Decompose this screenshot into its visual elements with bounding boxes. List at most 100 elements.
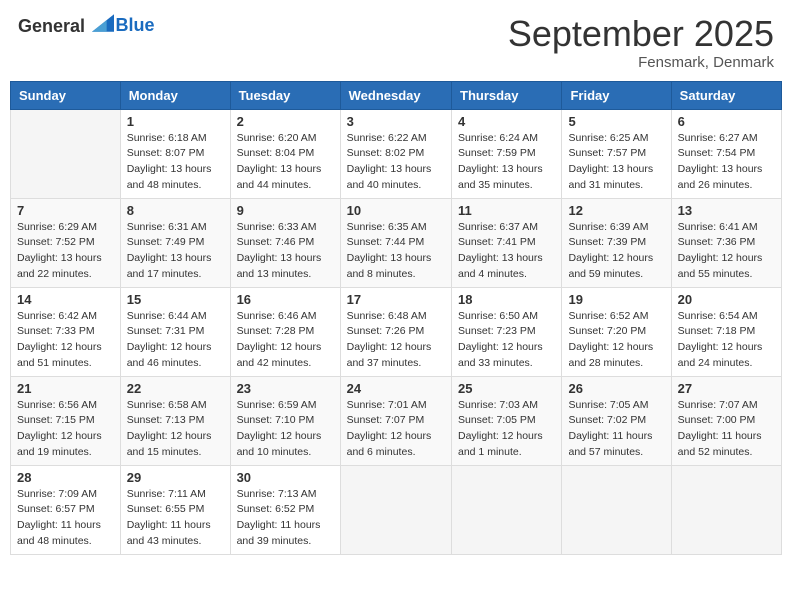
day-info: Sunrise: 7:03 AM Sunset: 7:05 PM Dayligh… [458,398,555,461]
calendar-cell: 20Sunrise: 6:54 AM Sunset: 7:18 PM Dayli… [671,287,781,376]
column-header-thursday: Thursday [452,81,562,109]
day-number: 13 [678,203,775,218]
day-number: 8 [127,203,224,218]
day-info: Sunrise: 6:24 AM Sunset: 7:59 PM Dayligh… [458,131,555,194]
column-header-friday: Friday [562,81,671,109]
day-number: 25 [458,381,555,396]
calendar-cell: 16Sunrise: 6:46 AM Sunset: 7:28 PM Dayli… [230,287,340,376]
day-number: 11 [458,203,555,218]
day-info: Sunrise: 6:58 AM Sunset: 7:13 PM Dayligh… [127,398,224,461]
day-info: Sunrise: 6:42 AM Sunset: 7:33 PM Dayligh… [17,309,114,372]
day-number: 14 [17,292,114,307]
column-header-wednesday: Wednesday [340,81,451,109]
day-info: Sunrise: 6:18 AM Sunset: 8:07 PM Dayligh… [127,131,224,194]
calendar-cell: 24 Sunrise: 7:01 AM Sunset: 7:07 PM Dayli… [340,376,451,465]
calendar-cell: 5 Sunrise: 6:25 AM Sunset: 7:57 PM Daylig… [562,109,671,198]
calendar-cell [562,465,671,554]
calendar-cell: 27 Sunrise: 7:07 AM Sunset: 7:00 PM Dayli… [671,376,781,465]
day-info: Sunrise: 7:07 AM Sunset: 7:00 PM Dayligh… [678,398,775,461]
calendar-cell: 3 Sunrise: 6:22 AM Sunset: 8:02 PM Daylig… [340,109,451,198]
week-row-2: 7 Sunrise: 6:29 AM Sunset: 7:52 PM Daylig… [11,198,782,287]
calendar-cell: 26Sunrise: 7:05 AM Sunset: 7:02 PM Dayli… [562,376,671,465]
day-info: Sunrise: 6:37 AM Sunset: 7:41 PM Dayligh… [458,220,555,283]
calendar-cell [671,465,781,554]
day-info: Sunrise: 6:25 AM Sunset: 7:57 PM Dayligh… [568,131,664,194]
day-info: Sunrise: 6:50 AM Sunset: 7:23 PM Dayligh… [458,309,555,372]
calendar-cell: 7 Sunrise: 6:29 AM Sunset: 7:52 PM Daylig… [11,198,121,287]
day-number: 23 [237,381,334,396]
day-number: 16 [237,292,334,307]
day-info: Sunrise: 6:20 AM Sunset: 8:04 PM Dayligh… [237,131,334,194]
calendar-cell: 15Sunrise: 6:44 AM Sunset: 7:31 PM Dayli… [120,287,230,376]
calendar-cell: 18 Sunrise: 6:50 AM Sunset: 7:23 PM Dayli… [452,287,562,376]
month-title: September 2025 [508,14,774,54]
calendar-cell: 14 Sunrise: 6:42 AM Sunset: 7:33 PM Dayli… [11,287,121,376]
day-number: 15 [127,292,224,307]
title-section: September 2025 Fensmark, Denmark [508,14,774,71]
logo-blue: Blue [116,15,155,35]
page-header: General Blue September 2025 Fensmark, De… [10,10,782,75]
calendar-cell: 4 Sunrise: 6:24 AM Sunset: 7:59 PM Daylig… [452,109,562,198]
day-number: 9 [237,203,334,218]
calendar-cell: 13 Sunrise: 6:41 AM Sunset: 7:36 PM Dayli… [671,198,781,287]
logo-general: General [18,16,85,36]
calendar-header-row: SundayMondayTuesdayWednesdayThursdayFrid… [11,81,782,109]
day-number: 17 [347,292,445,307]
day-number: 21 [17,381,114,396]
day-number: 3 [347,114,445,129]
calendar-cell: 30Sunrise: 7:13 AM Sunset: 6:52 PM Dayli… [230,465,340,554]
day-info: Sunrise: 6:35 AM Sunset: 7:44 PM Dayligh… [347,220,445,283]
calendar-cell: 17 Sunrise: 6:48 AM Sunset: 7:26 PM Dayli… [340,287,451,376]
calendar-cell: 11 Sunrise: 6:37 AM Sunset: 7:41 PM Dayli… [452,198,562,287]
day-info: Sunrise: 6:22 AM Sunset: 8:02 PM Dayligh… [347,131,445,194]
calendar-cell: 6Sunrise: 6:27 AM Sunset: 7:54 PM Daylig… [671,109,781,198]
week-row-5: 28 Sunrise: 7:09 AM Sunset: 6:57 PM Dayli… [11,465,782,554]
day-info: Sunrise: 6:39 AM Sunset: 7:39 PM Dayligh… [568,220,664,283]
day-number: 22 [127,381,224,396]
calendar-cell: 10 Sunrise: 6:35 AM Sunset: 7:44 PM Dayli… [340,198,451,287]
week-row-1: 1Sunrise: 6:18 AM Sunset: 8:07 PM Daylig… [11,109,782,198]
day-info: Sunrise: 7:01 AM Sunset: 7:07 PM Dayligh… [347,398,445,461]
day-number: 27 [678,381,775,396]
calendar-cell: 1Sunrise: 6:18 AM Sunset: 8:07 PM Daylig… [120,109,230,198]
day-info: Sunrise: 6:31 AM Sunset: 7:49 PM Dayligh… [127,220,224,283]
day-info: Sunrise: 7:05 AM Sunset: 7:02 PM Dayligh… [568,398,664,461]
column-header-saturday: Saturday [671,81,781,109]
calendar-cell: 9Sunrise: 6:33 AM Sunset: 7:46 PM Daylig… [230,198,340,287]
calendar-table: SundayMondayTuesdayWednesdayThursdayFrid… [10,81,782,555]
day-info: Sunrise: 6:56 AM Sunset: 7:15 PM Dayligh… [17,398,114,461]
calendar-cell: 12 Sunrise: 6:39 AM Sunset: 7:39 PM Dayli… [562,198,671,287]
day-number: 24 [347,381,445,396]
calendar-cell: 22 Sunrise: 6:58 AM Sunset: 7:13 PM Dayli… [120,376,230,465]
calendar-cell: 2 Sunrise: 6:20 AM Sunset: 8:04 PM Daylig… [230,109,340,198]
calendar-cell [340,465,451,554]
day-number: 18 [458,292,555,307]
day-number: 12 [568,203,664,218]
day-number: 4 [458,114,555,129]
day-number: 10 [347,203,445,218]
calendar-cell [11,109,121,198]
day-number: 6 [678,114,775,129]
day-number: 7 [17,203,114,218]
day-number: 28 [17,470,114,485]
column-header-tuesday: Tuesday [230,81,340,109]
location: Fensmark, Denmark [508,54,774,71]
week-row-4: 21 Sunrise: 6:56 AM Sunset: 7:15 PM Dayli… [11,376,782,465]
column-header-sunday: Sunday [11,81,121,109]
logo-icon [92,14,114,32]
week-row-3: 14 Sunrise: 6:42 AM Sunset: 7:33 PM Dayli… [11,287,782,376]
calendar-cell: 23 Sunrise: 6:59 AM Sunset: 7:10 PM Dayli… [230,376,340,465]
calendar-cell: 28 Sunrise: 7:09 AM Sunset: 6:57 PM Dayli… [11,465,121,554]
day-info: Sunrise: 7:11 AM Sunset: 6:55 PM Dayligh… [127,487,224,550]
day-info: Sunrise: 6:59 AM Sunset: 7:10 PM Dayligh… [237,398,334,461]
day-info: Sunrise: 7:09 AM Sunset: 6:57 PM Dayligh… [17,487,114,550]
day-number: 5 [568,114,664,129]
day-number: 19 [568,292,664,307]
day-info: Sunrise: 6:41 AM Sunset: 7:36 PM Dayligh… [678,220,775,283]
day-info: Sunrise: 6:48 AM Sunset: 7:26 PM Dayligh… [347,309,445,372]
day-number: 30 [237,470,334,485]
day-info: Sunrise: 6:54 AM Sunset: 7:18 PM Dayligh… [678,309,775,372]
day-number: 2 [237,114,334,129]
day-number: 29 [127,470,224,485]
day-info: Sunrise: 6:29 AM Sunset: 7:52 PM Dayligh… [17,220,114,283]
